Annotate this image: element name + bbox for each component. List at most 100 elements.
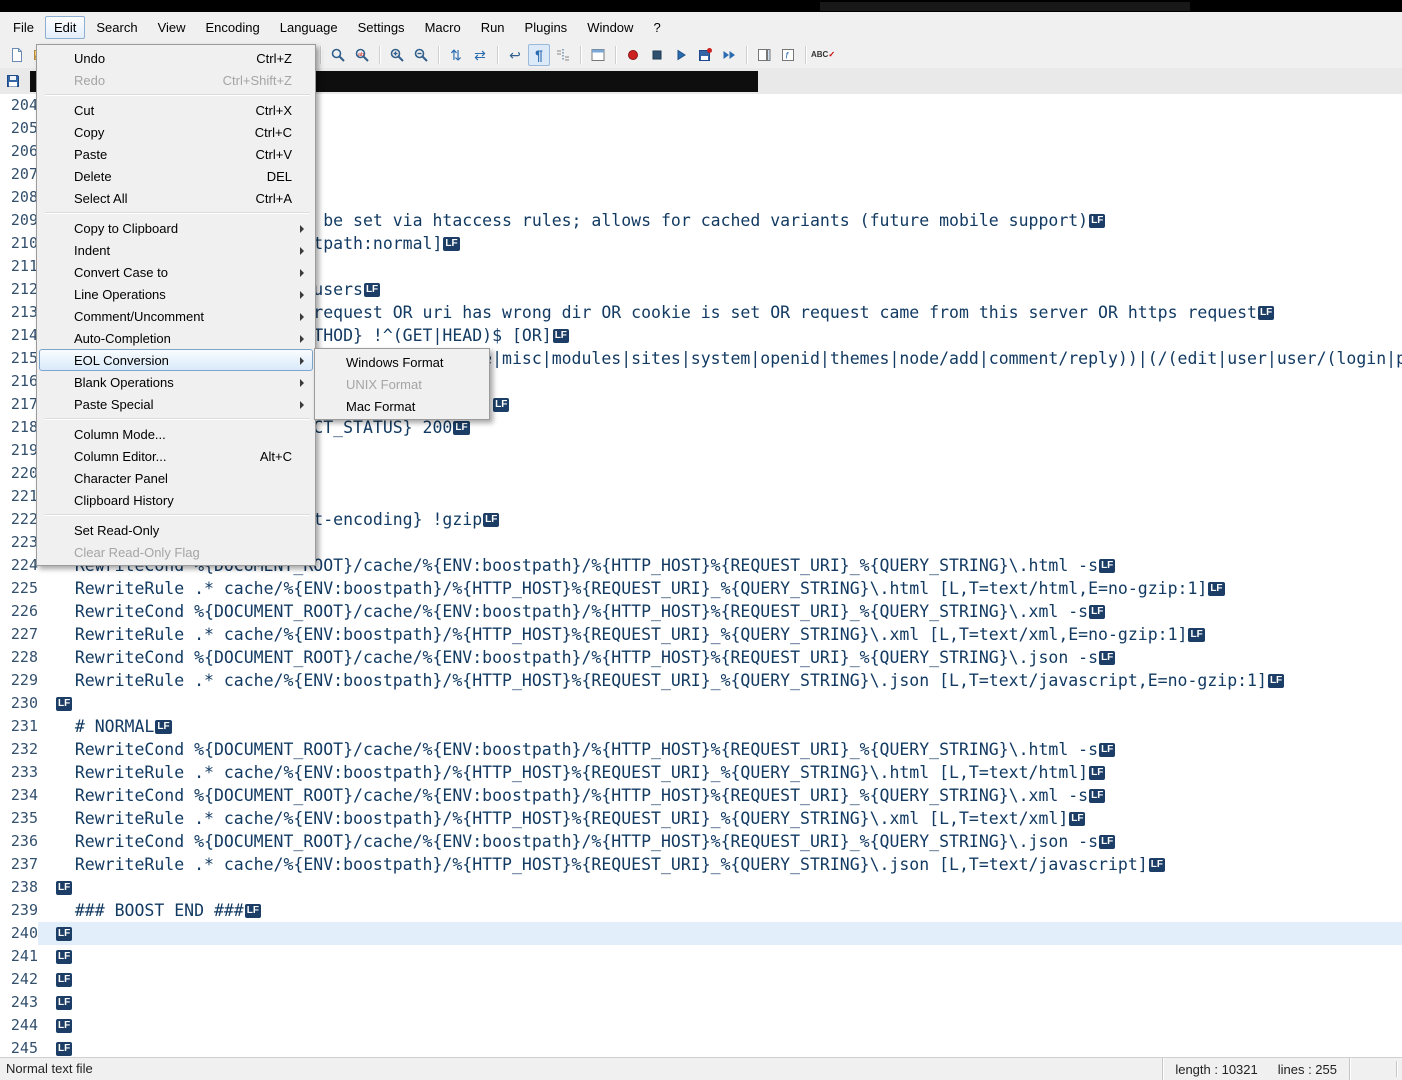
new-file-icon[interactable] (6, 44, 28, 66)
line-text[interactable]: RewriteCond %{DOCUMENT_ROOT}/cache/%{ENV… (38, 738, 1402, 761)
line-text[interactable]: RewriteRule .* cache/%{ENV:boostpath}/%{… (38, 853, 1402, 876)
line-text[interactable]: RewriteRule .* cache/%{ENV:boostpath}/%{… (38, 623, 1402, 646)
sync-vertical-icon[interactable]: ⇅ (445, 44, 467, 66)
menu-item-comment-uncomment[interactable]: Comment/Uncomment (39, 305, 313, 327)
menubar-item-view[interactable]: View (149, 16, 195, 39)
menu-item-column-editor[interactable]: Column Editor...Alt+C (39, 445, 313, 467)
menubar-item-run[interactable]: Run (472, 16, 514, 39)
sync-horizontal-icon[interactable]: ⇄ (469, 44, 491, 66)
line-number: 245 (0, 1037, 38, 1058)
find-icon[interactable] (327, 44, 349, 66)
line-text[interactable]: RewriteRule .* cache/%{ENV:boostpath}/%{… (38, 669, 1402, 692)
menu-item-label: Blank Operations (74, 375, 174, 390)
line-number: 229 (0, 669, 38, 692)
eol-mark: LF (453, 421, 469, 435)
line-text[interactable]: LF (38, 945, 1402, 968)
menu-item-paste-special[interactable]: Paste Special (39, 393, 313, 415)
line-text[interactable]: LF (38, 692, 1402, 715)
eol-mark: LF (56, 1042, 72, 1056)
spell-check-icon[interactable]: ABC✓ (812, 44, 834, 66)
line-text[interactable]: LF (38, 991, 1402, 1014)
menubar-item-edit[interactable]: Edit (45, 16, 85, 39)
line-number: 223 (0, 531, 38, 554)
playback-macro-icon[interactable] (670, 44, 692, 66)
menu-item-redo[interactable]: RedoCtrl+Shift+Z (39, 69, 313, 91)
menu-item-eol-conversion[interactable]: EOL Conversion (39, 349, 313, 371)
menu-item-copy[interactable]: CopyCtrl+C (39, 121, 313, 143)
menubar-item-help[interactable]: ? (644, 16, 669, 39)
menu-item-undo[interactable]: UndoCtrl+Z (39, 47, 313, 69)
menu-item-line-operations[interactable]: Line Operations (39, 283, 313, 305)
menubar-item-window[interactable]: Window (578, 16, 642, 39)
menu-item-label: Indent (74, 243, 110, 258)
menu-item-set-read-only[interactable]: Set Read-Only (39, 519, 313, 541)
menubar-item-language[interactable]: Language (271, 16, 347, 39)
menu-item-select-all[interactable]: Select AllCtrl+A (39, 187, 313, 209)
submenu-arrow-icon (300, 379, 304, 387)
eol-mark: LF (483, 513, 499, 527)
replace-icon[interactable]: ab (351, 44, 373, 66)
indent-guide-icon[interactable] (552, 44, 574, 66)
menu-item-character-panel[interactable]: Character Panel (39, 467, 313, 489)
line-text[interactable]: ### BOOST END ###LF (38, 899, 1402, 922)
menu-item-paste[interactable]: PasteCtrl+V (39, 143, 313, 165)
show-all-characters-icon[interactable]: ¶ (528, 44, 550, 66)
word-wrap-icon[interactable]: ↩ (504, 44, 526, 66)
menu-item-label: Paste (74, 147, 107, 162)
menubar-item-settings[interactable]: Settings (349, 16, 414, 39)
menubar-item-macro[interactable]: Macro (416, 16, 470, 39)
menu-item-blank-operations[interactable]: Blank Operations (39, 371, 313, 393)
run-macro-multiple-icon[interactable] (718, 44, 740, 66)
menubar-item-file[interactable]: File (4, 16, 43, 39)
menu-item-clear-read-only-flag[interactable]: Clear Read-Only Flag (39, 541, 313, 563)
line-number: 238 (0, 876, 38, 899)
menu-item-shortcut: Alt+C (260, 449, 304, 464)
line-text[interactable]: RewriteCond %{DOCUMENT_ROOT}/cache/%{ENV… (38, 784, 1402, 807)
save-macro-icon[interactable] (694, 44, 716, 66)
menu-item-windows-format[interactable]: Windows Format (317, 351, 487, 373)
menu-item-auto-completion[interactable]: Auto-Completion (39, 327, 313, 349)
menu-item-column-mode[interactable]: Column Mode... (39, 423, 313, 445)
editor-line: 244LF (0, 1014, 1402, 1037)
menu-item-convert-case-to[interactable]: Convert Case to (39, 261, 313, 283)
eol-mark: LF (1089, 789, 1105, 803)
user-define-dialog-icon[interactable] (587, 44, 609, 66)
line-number: 222 (0, 508, 38, 531)
line-text[interactable]: LF (38, 1014, 1402, 1037)
editor-line: 238LF (0, 876, 1402, 899)
line-number: 208 (0, 186, 38, 209)
line-text[interactable]: LF (38, 1037, 1402, 1058)
menu-item-unix-format[interactable]: UNIX Format (317, 373, 487, 395)
record-macro-icon[interactable] (622, 44, 644, 66)
menu-separator (45, 212, 310, 214)
menubar-item-plugins[interactable]: Plugins (516, 16, 577, 39)
line-text[interactable]: RewriteRule .* cache/%{ENV:boostpath}/%{… (38, 761, 1402, 784)
line-text[interactable]: RewriteRule .* cache/%{ENV:boostpath}/%{… (38, 577, 1402, 600)
line-text[interactable]: LF (38, 968, 1402, 991)
eol-mark: LF (56, 697, 72, 711)
svg-text:ab: ab (358, 52, 364, 58)
line-text[interactable]: LF (38, 922, 1402, 945)
menu-item-copy-to-clipboard[interactable]: Copy to Clipboard (39, 217, 313, 239)
zoom-in-icon[interactable] (386, 44, 408, 66)
doc-map-icon[interactable] (753, 44, 775, 66)
line-number: 242 (0, 968, 38, 991)
stop-recording-icon[interactable] (646, 44, 668, 66)
line-text[interactable]: RewriteCond %{DOCUMENT_ROOT}/cache/%{ENV… (38, 830, 1402, 853)
menu-item-clipboard-history[interactable]: Clipboard History (39, 489, 313, 511)
menubar-item-encoding[interactable]: Encoding (197, 16, 269, 39)
menu-item-mac-format[interactable]: Mac Format (317, 395, 487, 417)
line-text[interactable]: RewriteRule .* cache/%{ENV:boostpath}/%{… (38, 807, 1402, 830)
menu-item-indent[interactable]: Indent (39, 239, 313, 261)
menu-item-cut[interactable]: CutCtrl+X (39, 99, 313, 121)
line-text[interactable]: LF (38, 876, 1402, 899)
menubar-item-search[interactable]: Search (87, 16, 146, 39)
eol-mark: LF (56, 996, 72, 1010)
line-text[interactable]: RewriteCond %{DOCUMENT_ROOT}/cache/%{ENV… (38, 646, 1402, 669)
eol-mark: LF (56, 927, 72, 941)
menu-item-delete[interactable]: DeleteDEL (39, 165, 313, 187)
zoom-out-icon[interactable] (410, 44, 432, 66)
function-list-icon[interactable]: f (777, 44, 799, 66)
line-text[interactable]: # NORMALLF (38, 715, 1402, 738)
line-text[interactable]: RewriteCond %{DOCUMENT_ROOT}/cache/%{ENV… (38, 600, 1402, 623)
